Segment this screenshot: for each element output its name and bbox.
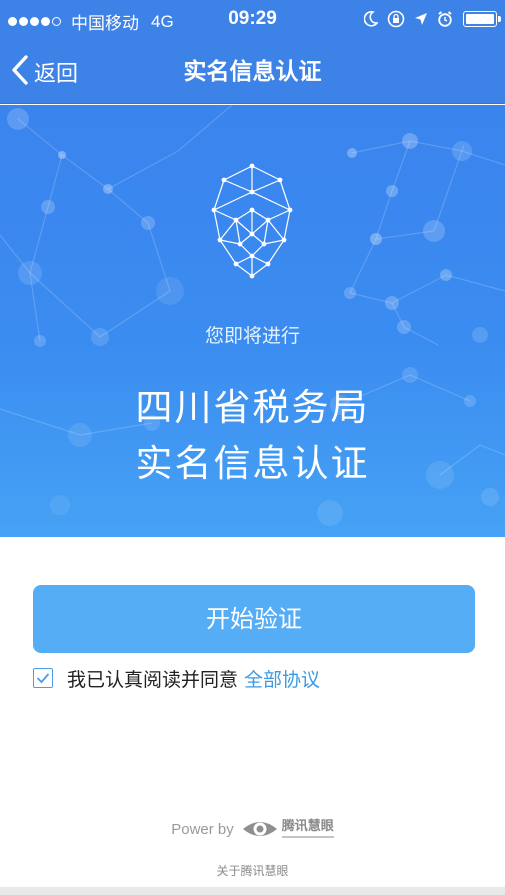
moon-icon	[364, 11, 378, 27]
status-right	[355, 10, 501, 28]
chevron-left-icon	[10, 54, 30, 90]
battery-level	[466, 14, 494, 24]
agree-text: 我已认真阅读并同意	[67, 668, 239, 691]
checkmark-icon	[36, 673, 50, 684]
rotation-lock-icon	[387, 10, 405, 28]
status-bar: 中国移动 4G 09:29	[0, 0, 505, 40]
navigation-bar: 返回 实名信息认证	[0, 40, 505, 104]
brand-tagline-graphic	[281, 835, 334, 838]
bottom-edge	[0, 887, 505, 895]
powered-by: Power by 腾讯慧眼	[0, 818, 505, 840]
hero-title-line-1: 四川省税务局	[135, 386, 370, 429]
brand-name: 腾讯慧眼	[281, 818, 334, 834]
back-button[interactable]: 返回	[10, 40, 78, 104]
alarm-icon	[437, 11, 453, 27]
screen: 中国移动 4G 09:29 返回 实名信息认证 您即将进行 四川省税务局 实名信…	[0, 0, 505, 895]
brand-block: 腾讯慧眼	[281, 818, 334, 840]
hero-title-line-2: 实名信息认证	[135, 442, 370, 485]
hero-subtitle: 您即将进行	[204, 325, 300, 347]
start-verification-button[interactable]: 开始验证	[33, 585, 475, 653]
agreement-link[interactable]: 全部协议	[244, 665, 320, 692]
battery-icon	[463, 11, 501, 27]
location-arrow-icon	[414, 12, 428, 26]
back-label: 返回	[34, 62, 79, 87]
eye-logo-icon	[242, 818, 278, 840]
agree-checkbox[interactable]	[33, 668, 53, 688]
about-link[interactable]: 关于腾讯慧眼	[0, 862, 505, 879]
face-mesh-icon	[211, 163, 293, 279]
agreement-row: 我已认真阅读并同意 全部协议	[33, 664, 320, 692]
power-by-text: Power by	[171, 820, 234, 838]
hero-banner: 您即将进行 四川省税务局 实名信息认证	[0, 105, 505, 537]
